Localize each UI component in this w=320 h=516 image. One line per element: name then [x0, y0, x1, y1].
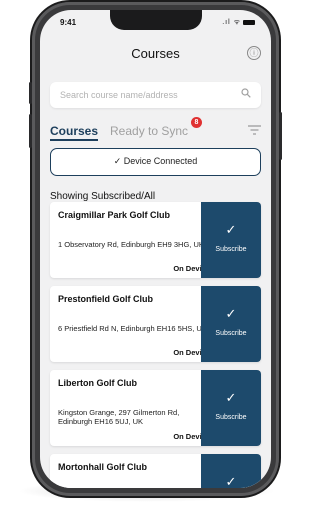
- course-card[interactable]: Liberton Golf Club Kingston Grange, 297 …: [50, 370, 261, 446]
- phone-side-button: [29, 82, 32, 104]
- status-icons: .ıl ᯤ: [222, 18, 255, 27]
- subscribe-label: Subscribe: [215, 414, 247, 421]
- search-input[interactable]: Search course name/address: [60, 90, 178, 100]
- subscribe-button[interactable]: ✓: [201, 454, 261, 488]
- check-icon: ✓: [225, 390, 237, 405]
- info-icon[interactable]: ⓘ: [247, 46, 261, 60]
- phone-notch: [110, 10, 202, 30]
- device-connected-button[interactable]: ✓ Device Connected: [50, 148, 261, 176]
- course-name: Mortonhall Golf Club: [58, 462, 147, 472]
- signal-wifi-icon: .ıl ᯤ: [222, 19, 241, 26]
- sync-count-badge: 8: [191, 117, 202, 128]
- phone-frame: 9:41 .ıl ᯤ Courses ⓘ Search course name/…: [29, 2, 282, 496]
- tab-courses[interactable]: Courses: [50, 124, 99, 141]
- tab-ready-to-sync[interactable]: Ready to Sync: [110, 124, 188, 138]
- course-name: Craigmillar Park Golf Club: [58, 210, 171, 220]
- filter-icon[interactable]: [248, 125, 261, 135]
- course-address: 6 Priestfield Rd N, Edinburgh EH16 5HS, …: [58, 324, 207, 333]
- subscribe-button[interactable]: ✓ Subscribe: [201, 370, 261, 446]
- status-time: 9:41: [60, 18, 77, 27]
- app-screen: 9:41 .ıl ᯤ Courses ⓘ Search course name/…: [40, 10, 271, 488]
- course-address: 1 Observatory Rd, Edinburgh EH9 3HG, UK: [58, 240, 204, 249]
- course-card[interactable]: Prestonfield Golf Club 6 Priestfield Rd …: [50, 286, 261, 362]
- section-heading: Showing Subscribed/All: [50, 191, 156, 202]
- subscribe-button[interactable]: ✓ Subscribe: [201, 202, 261, 278]
- course-name: Liberton Golf Club: [58, 378, 137, 388]
- phone-side-button: [29, 114, 32, 148]
- subscribe-label: Subscribe: [215, 330, 247, 337]
- page-title: Courses: [131, 46, 180, 61]
- phone-side-button: [279, 112, 282, 160]
- course-name: Prestonfield Golf Club: [58, 294, 154, 304]
- course-address: Kingston Grange, 297 Gilmerton Rd, Edinb…: [58, 408, 180, 426]
- course-card[interactable]: Craigmillar Park Golf Club 1 Observatory…: [50, 202, 261, 278]
- check-icon: ✓: [225, 222, 237, 237]
- search-icon[interactable]: [241, 88, 251, 98]
- search-field[interactable]: Search course name/address: [50, 82, 261, 108]
- subscribe-label: Subscribe: [215, 246, 247, 253]
- check-icon: ✓: [225, 306, 237, 321]
- check-icon: ✓: [225, 474, 237, 488]
- battery-icon: [243, 19, 255, 25]
- subscribe-button[interactable]: ✓ Subscribe: [201, 286, 261, 362]
- course-card[interactable]: Mortonhall Golf Club ✓: [50, 454, 261, 488]
